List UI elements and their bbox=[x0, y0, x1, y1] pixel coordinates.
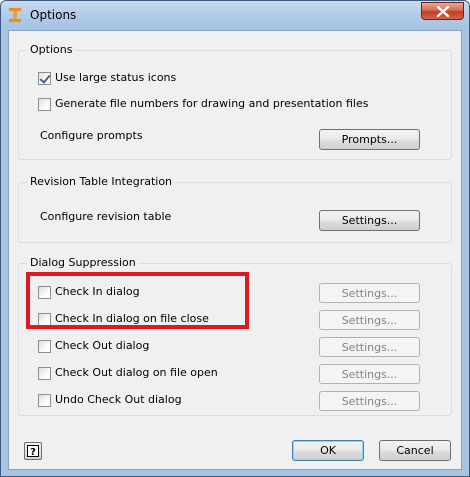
svg-text:?: ? bbox=[30, 447, 36, 457]
generate-file-numbers-label[interactable]: Generate file numbers for drawing and pr… bbox=[55, 97, 368, 110]
check-out-settings-button[interactable]: Settings... bbox=[319, 337, 420, 357]
app-icon bbox=[9, 8, 21, 22]
revision-group: Revision Table Integration Configure rev… bbox=[18, 175, 452, 243]
configure-prompts-label: Configure prompts bbox=[40, 129, 143, 142]
dialog-suppression-group-title: Dialog Suppression bbox=[27, 256, 139, 269]
undo-check-out-settings-button[interactable]: Settings... bbox=[319, 391, 420, 411]
window-title: Options bbox=[30, 8, 77, 22]
check-out-on-open-label[interactable]: Check Out dialog on file open bbox=[55, 366, 218, 379]
dialog-body: Options Use large status icons Generate … bbox=[8, 30, 462, 470]
close-button[interactable] bbox=[421, 2, 464, 20]
check-out-dialog-checkbox[interactable] bbox=[38, 340, 51, 353]
configure-revision-label: Configure revision table bbox=[40, 210, 172, 223]
check-out-dialog-label[interactable]: Check Out dialog bbox=[55, 339, 149, 352]
undo-check-out-checkbox[interactable] bbox=[38, 394, 51, 407]
options-group: Options Use large status icons Generate … bbox=[18, 43, 452, 160]
use-large-icons-checkbox[interactable] bbox=[38, 72, 51, 85]
check-in-settings-button[interactable]: Settings... bbox=[319, 283, 420, 303]
undo-check-out-label[interactable]: Undo Check Out dialog bbox=[55, 393, 182, 406]
help-button[interactable]: ? bbox=[24, 442, 42, 460]
prompts-button[interactable]: Prompts... bbox=[319, 129, 420, 150]
check-out-on-open-settings-button[interactable]: Settings... bbox=[319, 364, 420, 384]
generate-file-numbers-checkbox[interactable] bbox=[38, 98, 51, 111]
highlight-annotation bbox=[26, 272, 249, 329]
cancel-button[interactable]: Cancel bbox=[379, 440, 451, 461]
options-group-title: Options bbox=[27, 43, 76, 56]
title-bar[interactable]: Options bbox=[1, 1, 469, 30]
use-large-icons-label[interactable]: Use large status icons bbox=[55, 71, 176, 84]
check-out-on-open-checkbox[interactable] bbox=[38, 367, 51, 380]
ok-button[interactable]: OK bbox=[292, 440, 364, 461]
close-icon bbox=[436, 6, 450, 17]
revision-group-title: Revision Table Integration bbox=[27, 175, 176, 188]
revision-settings-button[interactable]: Settings... bbox=[319, 210, 420, 231]
options-window: Options Options Use large status icons G… bbox=[0, 0, 470, 477]
check-in-on-close-settings-button[interactable]: Settings... bbox=[319, 310, 420, 330]
help-icon: ? bbox=[27, 445, 39, 457]
